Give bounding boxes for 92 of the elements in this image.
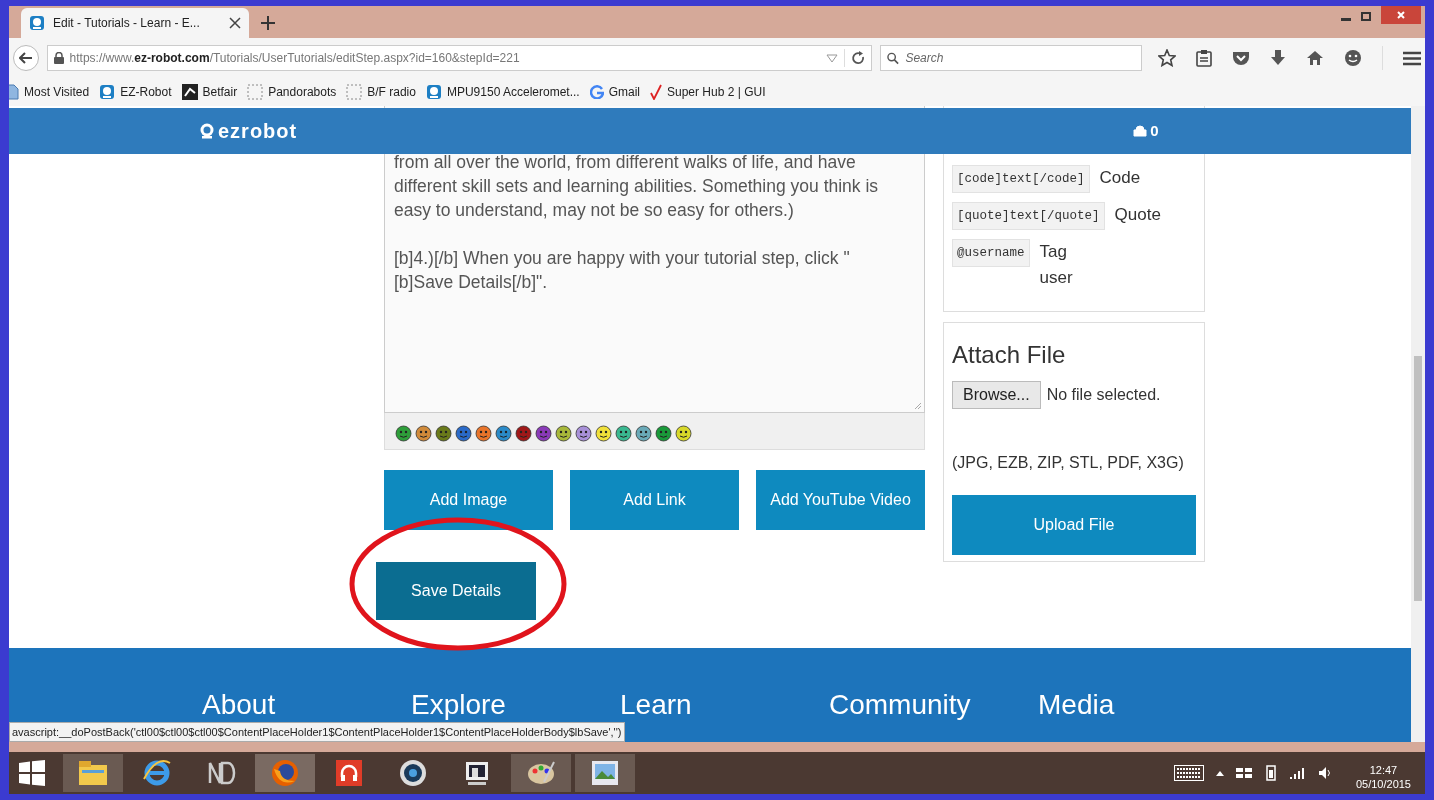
g-letter-icon bbox=[589, 85, 604, 99]
back-button[interactable] bbox=[13, 45, 39, 71]
close-icon[interactable] bbox=[229, 17, 241, 29]
menu-icon[interactable] bbox=[1403, 50, 1421, 66]
smiley-icon[interactable] bbox=[395, 424, 412, 442]
smiley-icon[interactable] bbox=[515, 424, 532, 442]
browser-tab[interactable]: Edit - Tutorials - Learn - E... bbox=[21, 8, 249, 38]
bookmark-link[interactable]: Super Hub 2 | GUI bbox=[667, 83, 766, 101]
allowed-file-types: (JPG, EZB, ZIP, STL, PDF, X3G) bbox=[952, 453, 1185, 473]
square-icon bbox=[181, 84, 198, 100]
maximize-icon[interactable] bbox=[1361, 12, 1371, 21]
star-icon[interactable] bbox=[1158, 49, 1176, 67]
smiley-icon[interactable] bbox=[435, 424, 452, 442]
window-close-button[interactable] bbox=[1381, 6, 1421, 24]
chat-icon[interactable] bbox=[1344, 49, 1362, 67]
bookmark-link[interactable]: EZ-Robot bbox=[120, 83, 172, 101]
smiley-icon[interactable] bbox=[595, 424, 612, 442]
windows-start-icon[interactable] bbox=[19, 760, 45, 786]
file-status: No file selected. bbox=[1046, 385, 1161, 405]
add-button[interactable]: Add YouTube Video bbox=[756, 470, 925, 530]
robot-head-icon bbox=[29, 15, 45, 31]
robot-head-icon bbox=[425, 84, 442, 100]
resize-handle-icon[interactable] bbox=[914, 402, 922, 410]
code-snippet: [code]text[/code] bbox=[952, 165, 1090, 193]
robot-head-icon bbox=[99, 84, 116, 100]
lock-icon bbox=[53, 52, 64, 64]
smiley-icon[interactable] bbox=[455, 424, 472, 442]
smiley-icon[interactable] bbox=[415, 424, 432, 442]
smiley-icon[interactable] bbox=[475, 424, 492, 442]
check-mark-icon bbox=[650, 84, 662, 100]
keyboard-icon[interactable] bbox=[1173, 765, 1204, 781]
bookmark-link[interactable]: Most Visited bbox=[24, 83, 90, 101]
smiley-icon[interactable] bbox=[675, 424, 692, 442]
page-icon bbox=[9, 84, 19, 100]
url-text: https://www.ez-robot.com/Tutorials/UserTutorials/editStep.aspx?id=160&stepId=221 bbox=[69, 50, 520, 67]
footer-heading: Learn bbox=[620, 688, 693, 722]
address-bar[interactable]: https://www.ez-robot.com/Tutorials/UserTutorials/editStep.aspx?id=160&stepId=221 bbox=[46, 45, 873, 71]
close-icon bbox=[1397, 11, 1405, 19]
dashed-square-icon bbox=[346, 84, 363, 100]
dashed-square-icon bbox=[247, 84, 264, 100]
footer-heading: Media bbox=[1038, 688, 1116, 722]
status-link-url: avascript:__doPostBack('ctl00$ctl00$ctl00$ContentPlaceHolder1$ContentPlaceHolder1$ContentPlaceHolderBody$lbSave','') bbox=[9, 722, 625, 742]
smiley-icon[interactable] bbox=[575, 424, 592, 442]
code-snippet: [quote]text[/quote] bbox=[952, 202, 1105, 230]
add-button[interactable]: Add Link bbox=[570, 470, 739, 530]
format-label: Code bbox=[1099, 167, 1142, 189]
browse-button[interactable]: Browse... bbox=[952, 381, 1041, 409]
text-paragraph: [b]4.)[/b] When you are happy with your tutorial step, click "[b]Save Details[/b]". bbox=[394, 247, 851, 294]
firefox-icon[interactable] bbox=[255, 754, 315, 792]
smiley-icon[interactable] bbox=[495, 424, 512, 442]
search-input[interactable]: Search bbox=[905, 49, 1135, 67]
clipboard-icon[interactable] bbox=[1196, 49, 1212, 67]
search-field[interactable]: Search bbox=[880, 45, 1142, 71]
back-arrow-icon bbox=[18, 52, 33, 64]
bookmark-link[interactable]: MPU9150 Acceleromet... bbox=[446, 83, 580, 101]
tab-title: Edit - Tutorials - Learn - E... bbox=[53, 15, 200, 32]
bookmark-link[interactable]: Gmail bbox=[608, 83, 640, 101]
ezrobot-logo[interactable]: ezrobot bbox=[199, 116, 298, 146]
upload-file-button[interactable]: Upload File bbox=[952, 495, 1196, 555]
speaker-icon[interactable] bbox=[1317, 766, 1332, 780]
add-button[interactable]: Add Image bbox=[384, 470, 553, 530]
dropdown-icon[interactable] bbox=[826, 53, 839, 63]
bookmark-link[interactable]: Betfair bbox=[202, 83, 238, 101]
smiley-icon[interactable] bbox=[635, 424, 652, 442]
code-snippet: @username bbox=[952, 239, 1030, 267]
smiley-icon[interactable] bbox=[555, 424, 572, 442]
paint-palette-icon[interactable] bbox=[511, 754, 571, 792]
download-icon[interactable] bbox=[1270, 49, 1286, 67]
smiley-icon[interactable] bbox=[535, 424, 552, 442]
clock[interactable]: 12:47 05/10/2015 bbox=[1355, 763, 1411, 791]
scrollbar[interactable] bbox=[1411, 106, 1425, 742]
save-details-button[interactable]: Save Details bbox=[376, 562, 536, 620]
smiley-icon[interactable] bbox=[655, 424, 672, 442]
format-label: Quote bbox=[1114, 204, 1162, 226]
smiley-icon[interactable] bbox=[615, 424, 632, 442]
signal-icon[interactable] bbox=[1289, 767, 1306, 779]
footer-heading: Community bbox=[829, 688, 972, 722]
logo-icon bbox=[199, 123, 215, 139]
search-icon bbox=[887, 51, 900, 65]
file-explorer-icon[interactable] bbox=[63, 754, 123, 792]
reload-icon[interactable] bbox=[851, 51, 866, 65]
text-paragraph: from all over the world, from different walks of life, and have different skill sets and learning abilities. Something you think is easy to understand, may not be so easy for others.) bbox=[394, 151, 880, 222]
format-label: Tag user bbox=[1039, 241, 1074, 289]
home-icon[interactable] bbox=[1306, 50, 1324, 66]
picture-viewer-icon[interactable] bbox=[575, 754, 635, 792]
panel-title: Attach File bbox=[952, 340, 1067, 370]
new-tab-icon[interactable] bbox=[261, 16, 275, 30]
bookmark-link[interactable]: Pandorabots bbox=[268, 83, 337, 101]
caret-up-icon[interactable] bbox=[1215, 770, 1224, 776]
bookmark-link[interactable]: B/F radio bbox=[367, 83, 416, 101]
cart-button[interactable]: 0 bbox=[1133, 119, 1159, 143]
pocket-icon[interactable] bbox=[1232, 50, 1250, 66]
